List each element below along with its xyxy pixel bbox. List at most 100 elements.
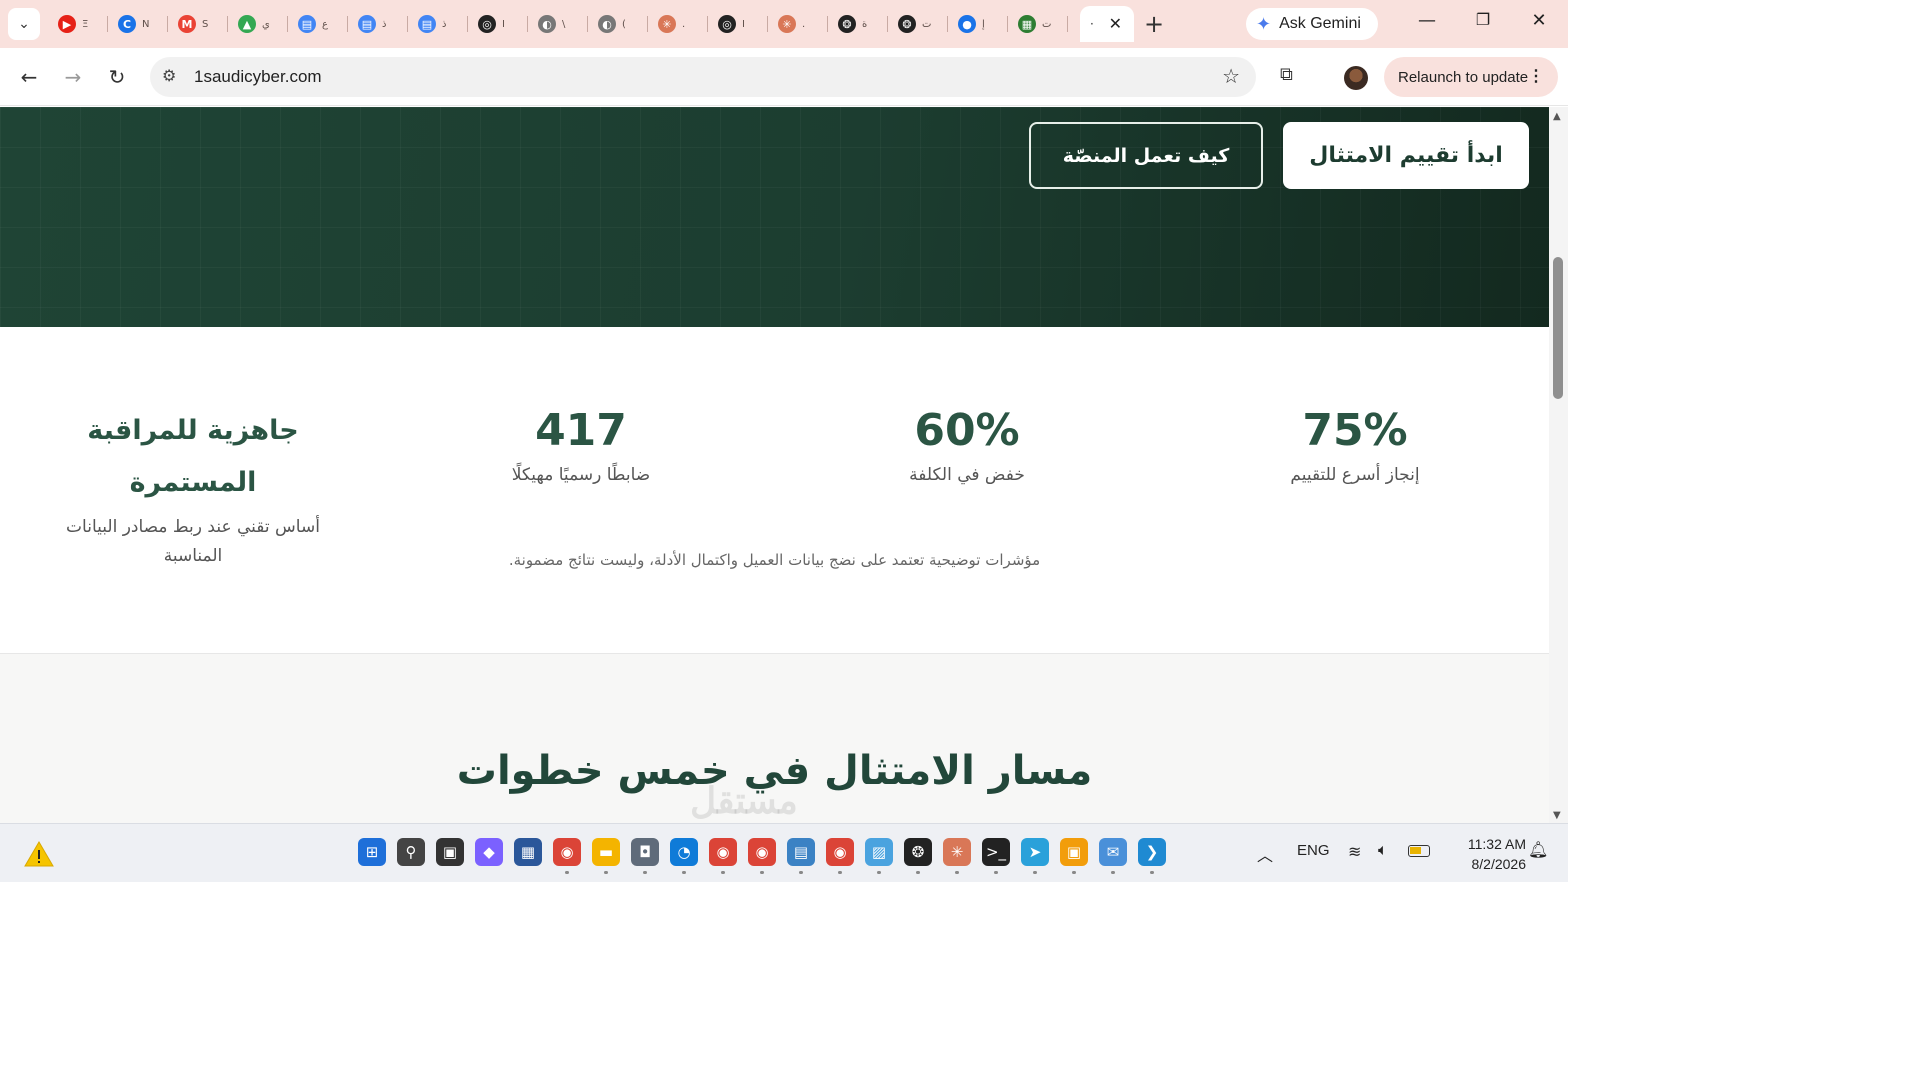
wifi-icon[interactable]: ≋	[1348, 842, 1361, 862]
tab-label: N	[142, 18, 150, 30]
tab-label: .	[682, 18, 686, 30]
how-it-works-button[interactable]: كيف تعمل المنصّة	[1029, 122, 1263, 189]
close-icon[interactable]: ✕	[1109, 14, 1122, 33]
extensions-icon[interactable]: ⧉	[1280, 64, 1293, 85]
scrollbar-thumb[interactable]	[1553, 257, 1563, 399]
address-bar[interactable]: ⚙ 1saudicyber.com ☆	[150, 57, 1256, 97]
watermark-text: مستقل	[690, 780, 798, 821]
globe-icon: ◐	[598, 15, 616, 33]
chrome-icon[interactable]: ◉	[748, 838, 776, 874]
telegram-icon[interactable]: ➤	[1021, 838, 1049, 874]
edge-icon[interactable]: ◔	[670, 838, 698, 874]
browser-tab[interactable]: ◐(	[588, 6, 648, 42]
forward-button[interactable]: →	[60, 64, 86, 90]
volume-icon[interactable]: 🔈︎	[1378, 842, 1388, 860]
browser-tab[interactable]: ◐ \	[528, 6, 588, 42]
chatgpt-icon: ◎	[478, 15, 496, 33]
tab-strip: ⌄ ▶ Ξ C N M S ▲ ي ▤ ع ▤ ذ ▤ ذ ◎ I ◐ \ ◐(✳. ◎ I ✳. ❂ ﺓ ❂ ت ● إ ▦ ت · ✕…	[0, 0, 1568, 48]
browser-tab[interactable]: CN	[108, 6, 168, 42]
browser-tab[interactable]: ✳.	[648, 6, 708, 42]
language-indicator[interactable]: ENG	[1297, 842, 1330, 859]
store-icon[interactable]: ▦	[514, 838, 542, 866]
tab-label: إ	[982, 18, 985, 30]
explorer-icon[interactable]: ▬	[592, 838, 620, 874]
browser-tab[interactable]: ▶ Ξ	[48, 6, 108, 42]
stat-controls: 417 ضابطًا رسميًا مهيكلًا	[411, 405, 751, 490]
browser-tab[interactable]: ▤ ذ	[408, 6, 468, 42]
page-scrollbar[interactable]: ▲ ▼	[1549, 107, 1568, 823]
close-window-button[interactable]: ✕	[1524, 10, 1554, 31]
battery-icon[interactable]	[1408, 844, 1430, 861]
start-icon[interactable]: ⊞	[358, 838, 386, 866]
browser-tab[interactable]: MS	[168, 6, 228, 42]
clock-time: 11:32 AM	[1467, 836, 1526, 852]
tab-label: ﺓ	[862, 18, 868, 30]
youtube-icon: ▶	[58, 15, 76, 33]
notepad-icon[interactable]: ▤	[787, 838, 815, 874]
back-button[interactable]: ←	[16, 64, 42, 90]
tab-active[interactable]: · ✕	[1080, 6, 1134, 42]
start-assessment-button[interactable]: ابدأ تقييم الامتثال	[1283, 122, 1529, 189]
relaunch-button[interactable]: Relaunch to update ⋮	[1384, 57, 1558, 97]
mail-icon[interactable]: ✉	[1099, 838, 1127, 874]
browser-tab[interactable]: ◎ I	[708, 6, 768, 42]
vscode-icon[interactable]: ❯	[1138, 838, 1166, 874]
camera-icon[interactable]: ◘	[631, 838, 659, 874]
windows-taskbar: ⊞ ⚲ ▣ ◆ ▦ ◉ ▬ ◘ ◔ ◉ ◉ ▤ ◉ ▨ ❂ ✳ >_ ➤ ▣ ✉ ❯ ︿ ENG ≋ 🔈︎ 11:32 …	[0, 823, 1568, 882]
browser-tab[interactable]: ✳.	[768, 6, 828, 42]
claude-icon[interactable]: ✳	[943, 838, 971, 874]
image-icon[interactable]: ▨	[865, 838, 893, 874]
scroll-down-icon[interactable]: ▼	[1553, 810, 1561, 821]
terminal-icon[interactable]: >_	[982, 838, 1010, 874]
stat-label: خفض في الكلفة	[909, 465, 1025, 485]
tab-label: ت	[1042, 18, 1052, 30]
notification-bell-icon[interactable]: 🔔︎	[1528, 840, 1548, 860]
docs-icon: ▤	[418, 15, 436, 33]
stat-label: إنجاز أسرع للتقييم	[1290, 465, 1420, 485]
browser-tab[interactable]: ❂ ﺓ	[828, 6, 888, 42]
tab-separator	[1067, 16, 1068, 32]
browser-tab[interactable]: ▤ ذ	[348, 6, 408, 42]
avatar[interactable]	[1344, 66, 1368, 90]
scroll-up-icon[interactable]: ▲	[1553, 111, 1561, 122]
remote-desktop-icon[interactable]: ▣	[1060, 838, 1088, 874]
browser-tab[interactable]: ▤ ع	[288, 6, 348, 42]
chrome-icon[interactable]: ◉	[826, 838, 854, 874]
warning-icon[interactable]	[24, 840, 54, 868]
browser-tab[interactable]: ◎ I	[468, 6, 528, 42]
reload-button[interactable]: ↻	[104, 64, 130, 90]
tab-label: \	[562, 18, 566, 30]
task-view-icon[interactable]: ▣	[436, 838, 464, 866]
stats-section: 75% إنجاز أسرع للتقييم 60% خفض في الكلفة…	[0, 327, 1549, 653]
chrome-icon[interactable]: ◉	[553, 838, 581, 874]
taskbar-apps: ⊞ ⚲ ▣ ◆ ▦ ◉ ▬ ◘ ◔ ◉ ◉ ▤ ◉ ▨ ❂ ✳ >_ ➤ ▣ ✉ ❯	[358, 838, 1166, 874]
url-text[interactable]: 1saudicyber.com	[194, 67, 322, 87]
show-hidden-icons-button[interactable]: ︿	[1257, 842, 1273, 866]
minimize-button[interactable]: —	[1412, 10, 1442, 31]
tab-label: I	[742, 18, 745, 30]
tab-label: (	[622, 18, 626, 30]
system-clock[interactable]: 11:32 AM 8/2/2026	[1446, 834, 1526, 874]
tab-label: S	[202, 18, 209, 30]
chatgpt-icon[interactable]: ❂	[904, 838, 932, 874]
tab-label: ت	[922, 18, 932, 30]
new-tab-button[interactable]: +	[1140, 10, 1168, 38]
claude-icon: ✳	[658, 15, 676, 33]
browser-tab[interactable]: ▲ ي	[228, 6, 288, 42]
stat-title: جاهزية للمراقبة المستمرة	[87, 415, 299, 498]
search-icon[interactable]: ⚲	[397, 838, 425, 866]
bookmark-star-icon[interactable]: ☆	[1222, 64, 1240, 88]
tab-search-button[interactable]: ⌄	[8, 8, 40, 40]
site-settings-icon[interactable]: ⚙	[162, 66, 176, 85]
copilot-icon[interactable]: ◆	[475, 838, 503, 866]
browser-tab[interactable]: ❂ ت	[888, 6, 948, 42]
ask-gemini-button[interactable]: ✦ Ask Gemini	[1246, 8, 1378, 40]
tab-label: .	[802, 18, 806, 30]
clock-date: 8/2/2026	[1471, 856, 1527, 872]
more-menu-icon[interactable]: ⋮	[1528, 66, 1544, 86]
relaunch-label: Relaunch to update	[1398, 68, 1529, 86]
browser-tab[interactable]: ● إ	[948, 6, 1008, 42]
browser-tab[interactable]: ▦ ت	[1008, 6, 1068, 42]
restore-button[interactable]: ❐	[1468, 10, 1498, 29]
chrome-icon[interactable]: ◉	[709, 838, 737, 874]
